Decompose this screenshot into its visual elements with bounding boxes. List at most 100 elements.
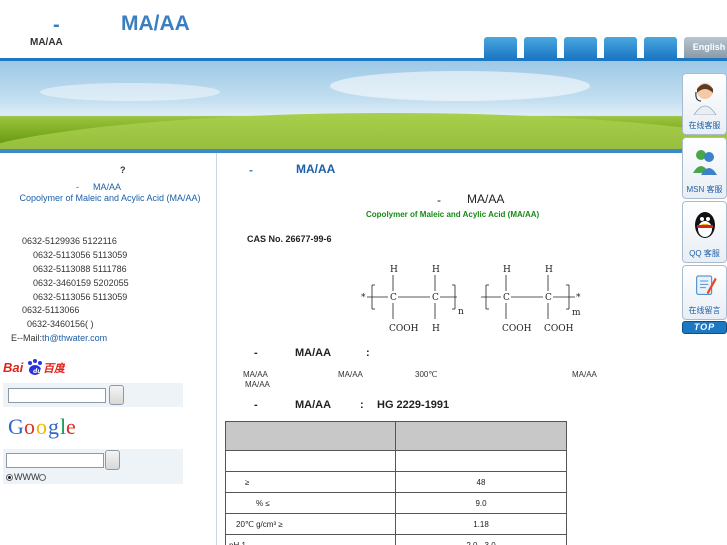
email-row: E--Mail:th@thwater.com bbox=[11, 333, 107, 343]
customer-service-bar: 在线客服 MSN 客服 QQ 客服 在线留言 TOP bbox=[682, 73, 727, 335]
headset-agent-icon bbox=[693, 83, 717, 115]
structure-atom-c: C bbox=[390, 293, 397, 303]
google-logo: G o o g l e bbox=[8, 414, 88, 448]
baidu-search-button[interactable] bbox=[109, 385, 124, 405]
structure-atom-h: H bbox=[432, 324, 440, 334]
table-row: 20℃ g/cm³ ≥ 1.18 bbox=[225, 513, 567, 535]
online-service-button[interactable]: 在线客服 bbox=[682, 73, 727, 135]
page: - MA/AA MA/AA English ? - MA/AA Copolyme… bbox=[0, 0, 727, 545]
table-cell-value: 48 bbox=[395, 471, 567, 493]
description-text: MA/AA bbox=[572, 370, 597, 379]
online-service-label: 在线客服 bbox=[688, 121, 721, 130]
qq-penguin-icon bbox=[695, 212, 715, 238]
standard-heading-dash: - bbox=[254, 399, 258, 411]
contact-phone: 0632-3460156( ) bbox=[27, 319, 94, 329]
radio-www[interactable] bbox=[6, 473, 13, 481]
structure-atom-h: H bbox=[503, 265, 511, 275]
table-cell-item: pH 1 bbox=[225, 534, 396, 545]
table-row: % ≤ 9.0 bbox=[225, 492, 567, 514]
grass-hill-decoration bbox=[0, 113, 727, 149]
table-header-row bbox=[225, 421, 567, 451]
svg-text:g: g bbox=[48, 414, 59, 439]
table-cell-value: 2.0 - 3.0 bbox=[395, 534, 567, 545]
table-cell-value: 1.18 bbox=[395, 513, 567, 535]
sidebar-product-dash[interactable]: - bbox=[76, 182, 79, 192]
table-row: ≥ 48 bbox=[225, 471, 567, 493]
cloud-decoration bbox=[40, 83, 220, 101]
svg-text:百度: 百度 bbox=[43, 362, 65, 375]
structure-star: * bbox=[576, 293, 581, 303]
sidebar-product-link[interactable]: MA/AA bbox=[93, 182, 121, 192]
msn-buddy-icon bbox=[693, 150, 717, 175]
nav-tab-4[interactable] bbox=[604, 37, 637, 58]
nav-tab-3[interactable] bbox=[564, 37, 597, 58]
logo-dash: - bbox=[53, 14, 60, 36]
svg-text:G: G bbox=[8, 414, 24, 439]
english-language-button[interactable]: English bbox=[684, 37, 727, 58]
qq-service-button[interactable]: QQ 客服 bbox=[682, 201, 727, 263]
google-search-button[interactable] bbox=[105, 450, 120, 470]
search-scope-radios: WWW bbox=[6, 472, 47, 482]
table-cell-value: 9.0 bbox=[395, 492, 567, 514]
sidebar-product-english-name[interactable]: Copolymer of Maleic and Acylic Acid (MA/… bbox=[12, 193, 208, 204]
google-search-input[interactable] bbox=[6, 453, 104, 468]
section-heading-dash: - bbox=[254, 347, 258, 359]
svg-text:o: o bbox=[24, 414, 35, 439]
structure-group-cooh: COOH bbox=[502, 324, 532, 334]
radio-www-label: WWW bbox=[14, 472, 40, 482]
specification-table: ≥ 48 % ≤ 9.0 20℃ g/cm³ ≥ 1.18 pH 1 2.0 -… bbox=[225, 421, 567, 545]
sidebar-divider bbox=[216, 153, 217, 545]
description-text: MA/AA bbox=[243, 370, 268, 379]
table-cell-item: ≥ bbox=[225, 471, 396, 493]
structure-subscript-m: m bbox=[572, 308, 581, 318]
email-link[interactable]: th@thwater.com bbox=[42, 333, 107, 343]
structure-atom-c: C bbox=[545, 293, 552, 303]
svg-text:e: e bbox=[66, 414, 75, 439]
leave-message-button[interactable]: 在线留言 bbox=[682, 265, 727, 320]
nav-tab-1[interactable] bbox=[484, 37, 517, 58]
table-header bbox=[225, 421, 396, 451]
product-name: MA/AA bbox=[467, 192, 505, 206]
table-row bbox=[225, 450, 567, 472]
description-text: 300℃ bbox=[415, 370, 438, 379]
contact-phone: 0632-5113056 5113059 bbox=[33, 292, 128, 302]
table-cell-value bbox=[395, 450, 567, 472]
msn-service-button[interactable]: MSN 客服 bbox=[682, 137, 727, 199]
sidebar-heading: ? bbox=[120, 165, 126, 175]
sidebar bbox=[0, 153, 216, 545]
product-english-name: Copolymer of Maleic and Acylic Acid (MA/… bbox=[366, 210, 540, 219]
logo-title[interactable]: MA/AA bbox=[121, 12, 190, 36]
msn-service-label: MSN 客服 bbox=[686, 185, 723, 194]
page-title: MA/AA bbox=[296, 162, 336, 176]
radio-site[interactable] bbox=[39, 473, 47, 481]
description-text: MA/AA bbox=[338, 370, 363, 379]
description-text: MA/AA bbox=[245, 380, 270, 389]
nav-tab-5[interactable] bbox=[644, 37, 677, 58]
svg-text:Bai: Bai bbox=[3, 360, 24, 375]
back-to-top-button[interactable]: TOP bbox=[682, 321, 727, 334]
baidu-search-input[interactable] bbox=[8, 388, 106, 403]
banner-image bbox=[0, 61, 727, 149]
structure-group-cooh: COOH bbox=[389, 324, 419, 334]
contact-phone: 0632-5129936 5122116 bbox=[22, 236, 117, 246]
structure-star: * bbox=[361, 293, 366, 303]
svg-text:du: du bbox=[33, 368, 42, 375]
contact-phone: 0632-5113066 bbox=[22, 305, 80, 315]
nav-tab-2[interactable] bbox=[524, 37, 557, 58]
baidu-paw-icon: Bai du 百度 bbox=[3, 359, 67, 375]
structure-group-cooh: COOH bbox=[544, 324, 574, 334]
section-heading-colon: : bbox=[366, 347, 370, 359]
svg-text:o: o bbox=[36, 414, 47, 439]
standard-number: HG 2229-1991 bbox=[377, 399, 450, 411]
email-label: E--Mail: bbox=[11, 333, 42, 343]
header: - MA/AA MA/AA English bbox=[0, 0, 727, 61]
cloud-decoration bbox=[330, 71, 590, 101]
standard-heading-abbr: MA/AA bbox=[295, 399, 332, 411]
main-nav: English bbox=[484, 37, 727, 58]
structure-atom-h: H bbox=[390, 265, 398, 275]
qq-service-label: QQ 客服 bbox=[689, 249, 720, 258]
page-title-dash: - bbox=[249, 163, 253, 177]
table-cell-item: % ≤ bbox=[225, 492, 396, 514]
contact-phone: 0632-5113088 5111786 bbox=[33, 264, 127, 274]
contact-phone: 0632-3460159 5202055 bbox=[33, 278, 129, 288]
